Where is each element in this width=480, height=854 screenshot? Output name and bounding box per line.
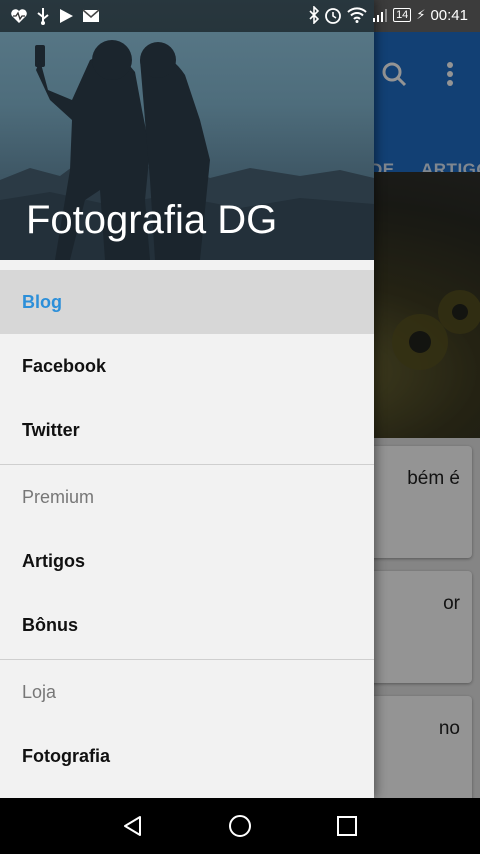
menu-item-label: Blog xyxy=(22,292,62,312)
wifi-icon xyxy=(347,7,367,23)
status-bar: 14 ⚡ 00:41 xyxy=(0,0,480,32)
home-icon[interactable] xyxy=(222,808,258,844)
signal-icon xyxy=(373,9,388,22)
menu-item-bonus[interactable]: Bônus xyxy=(0,593,374,657)
battery-level: 14 xyxy=(393,8,412,22)
drawer-menu: Blog Facebook Twitter Premium Artigos Bô… xyxy=(0,270,374,788)
menu-item-label: Facebook xyxy=(22,356,107,376)
section-header-label: Premium xyxy=(22,487,95,507)
menu-item-twitter[interactable]: Twitter xyxy=(0,398,374,462)
usb-icon xyxy=(37,8,49,25)
heart-pulse-icon xyxy=(11,9,27,23)
play-store-icon xyxy=(60,9,73,23)
clock: 00:41 xyxy=(430,6,468,24)
navigation-drawer: Fotografia DG Blog Facebook Twitter Prem… xyxy=(0,0,374,798)
section-header-premium: Premium xyxy=(0,465,374,529)
drawer-title: Fotografia DG xyxy=(26,198,278,242)
bluetooth-icon xyxy=(309,6,320,24)
menu-item-facebook[interactable]: Facebook xyxy=(0,334,374,398)
recents-icon[interactable] xyxy=(329,808,365,844)
menu-item-label: Twitter xyxy=(22,420,80,440)
menu-item-label: Bônus xyxy=(22,615,78,635)
gmail-icon xyxy=(82,9,100,22)
section-header-label: Loja xyxy=(22,682,57,702)
menu-item-label: Artigos xyxy=(22,551,85,571)
drawer-header-image: Fotografia DG xyxy=(0,0,374,260)
menu-item-label: Fotografia xyxy=(22,746,110,766)
menu-item-artigos[interactable]: Artigos xyxy=(0,529,374,593)
system-nav-bar xyxy=(0,798,480,854)
charging-icon: ⚡ xyxy=(416,7,426,22)
back-icon[interactable] xyxy=(115,808,151,844)
alarm-icon xyxy=(325,8,341,24)
menu-item-blog[interactable]: Blog xyxy=(0,270,374,334)
menu-item-fotografia[interactable]: Fotografia xyxy=(0,724,374,788)
section-header-loja: Loja xyxy=(0,660,374,724)
